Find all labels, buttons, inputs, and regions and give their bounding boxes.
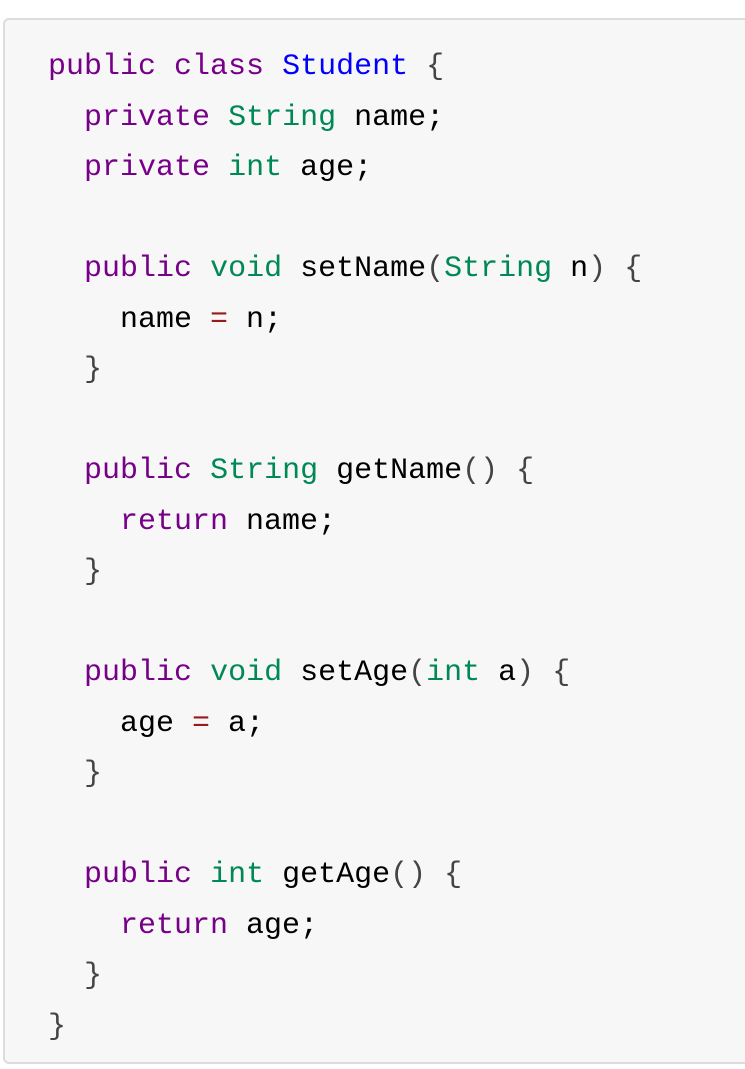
code-token-keyword: public	[84, 252, 193, 286]
code-token-bracket: )	[588, 252, 607, 286]
code-token-plain: setAge	[282, 656, 409, 690]
code-line: public String getName() {	[48, 446, 745, 497]
code-line: name = n;	[48, 295, 745, 346]
code-token-type: void	[210, 656, 283, 690]
code-token-plain: age	[48, 706, 193, 741]
code-token-plain: name;	[336, 100, 445, 135]
code-token-bracket: }	[84, 353, 103, 387]
code-token-bracket: )	[516, 656, 535, 690]
code-token-operator: =	[210, 302, 229, 337]
code-token-bracket: }	[84, 757, 103, 791]
code-token-bracket: ()	[462, 454, 499, 488]
code-token-keyword: class	[174, 50, 265, 84]
code-token-bracket: {	[624, 252, 643, 286]
code-token-type: int	[210, 858, 265, 892]
code-token-type: void	[210, 252, 283, 286]
code-token-keyword: return	[120, 504, 229, 539]
code-block: public class Student { private String na…	[3, 18, 745, 1064]
code-token-keyword: private	[84, 100, 211, 135]
code-token-plain: getName	[318, 454, 463, 488]
code-token-plain: name;	[228, 504, 337, 539]
code-token-plain: n	[552, 252, 589, 286]
code-token-keyword: public	[48, 50, 157, 84]
code-token-def: Student	[282, 50, 409, 84]
code-line: return age;	[48, 901, 745, 952]
code-line: public class Student {	[48, 42, 745, 93]
code-line: age = a;	[48, 699, 745, 750]
code-token-bracket: ()	[390, 858, 427, 892]
code-token-type: String	[210, 454, 319, 488]
code-token-plain: age;	[282, 151, 373, 185]
code-token-plain: age;	[228, 908, 319, 943]
code-line: }	[48, 951, 745, 1002]
code-token-type: int	[228, 151, 283, 185]
code-token-type: String	[228, 100, 337, 135]
code-token-type: String	[444, 252, 553, 286]
code-line: }	[48, 749, 745, 800]
code-token-bracket: }	[84, 555, 103, 589]
code-line: return name;	[48, 497, 745, 548]
code-token-plain: getAge	[264, 858, 391, 892]
code-token-bracket: }	[84, 959, 103, 993]
code-token-plain: n;	[228, 302, 283, 337]
code-token-bracket: (	[408, 656, 427, 690]
code-line: public int getAge() {	[48, 850, 745, 901]
code-token-bracket: (	[426, 252, 445, 286]
code-token-operator: =	[192, 706, 211, 741]
code-token-keyword: public	[84, 656, 193, 690]
code-token-plain: a;	[210, 706, 265, 741]
code-token-bracket: {	[444, 858, 463, 892]
code-token-plain: name	[48, 302, 211, 337]
code-line: private int age;	[48, 143, 745, 194]
code-token-keyword: return	[120, 908, 229, 943]
code-line: }	[48, 547, 745, 598]
code-line: }	[48, 345, 745, 396]
code-token-keyword: private	[84, 151, 211, 185]
code-line: }	[48, 1002, 745, 1053]
code-token-bracket: {	[516, 454, 535, 488]
code-token-type: int	[426, 656, 481, 690]
code-token-plain: setName	[282, 252, 427, 286]
code-line: public void setAge(int a) {	[48, 648, 745, 699]
code-token-bracket: }	[48, 1009, 67, 1044]
code-line: public void setName(String n) {	[48, 244, 745, 295]
code-token-keyword: public	[84, 454, 193, 488]
code-token-bracket: {	[426, 50, 445, 84]
code-line: private String name;	[48, 93, 745, 144]
code-token-bracket: {	[552, 656, 571, 690]
code-token-plain: a	[480, 656, 517, 690]
code-token-keyword: public	[84, 858, 193, 892]
